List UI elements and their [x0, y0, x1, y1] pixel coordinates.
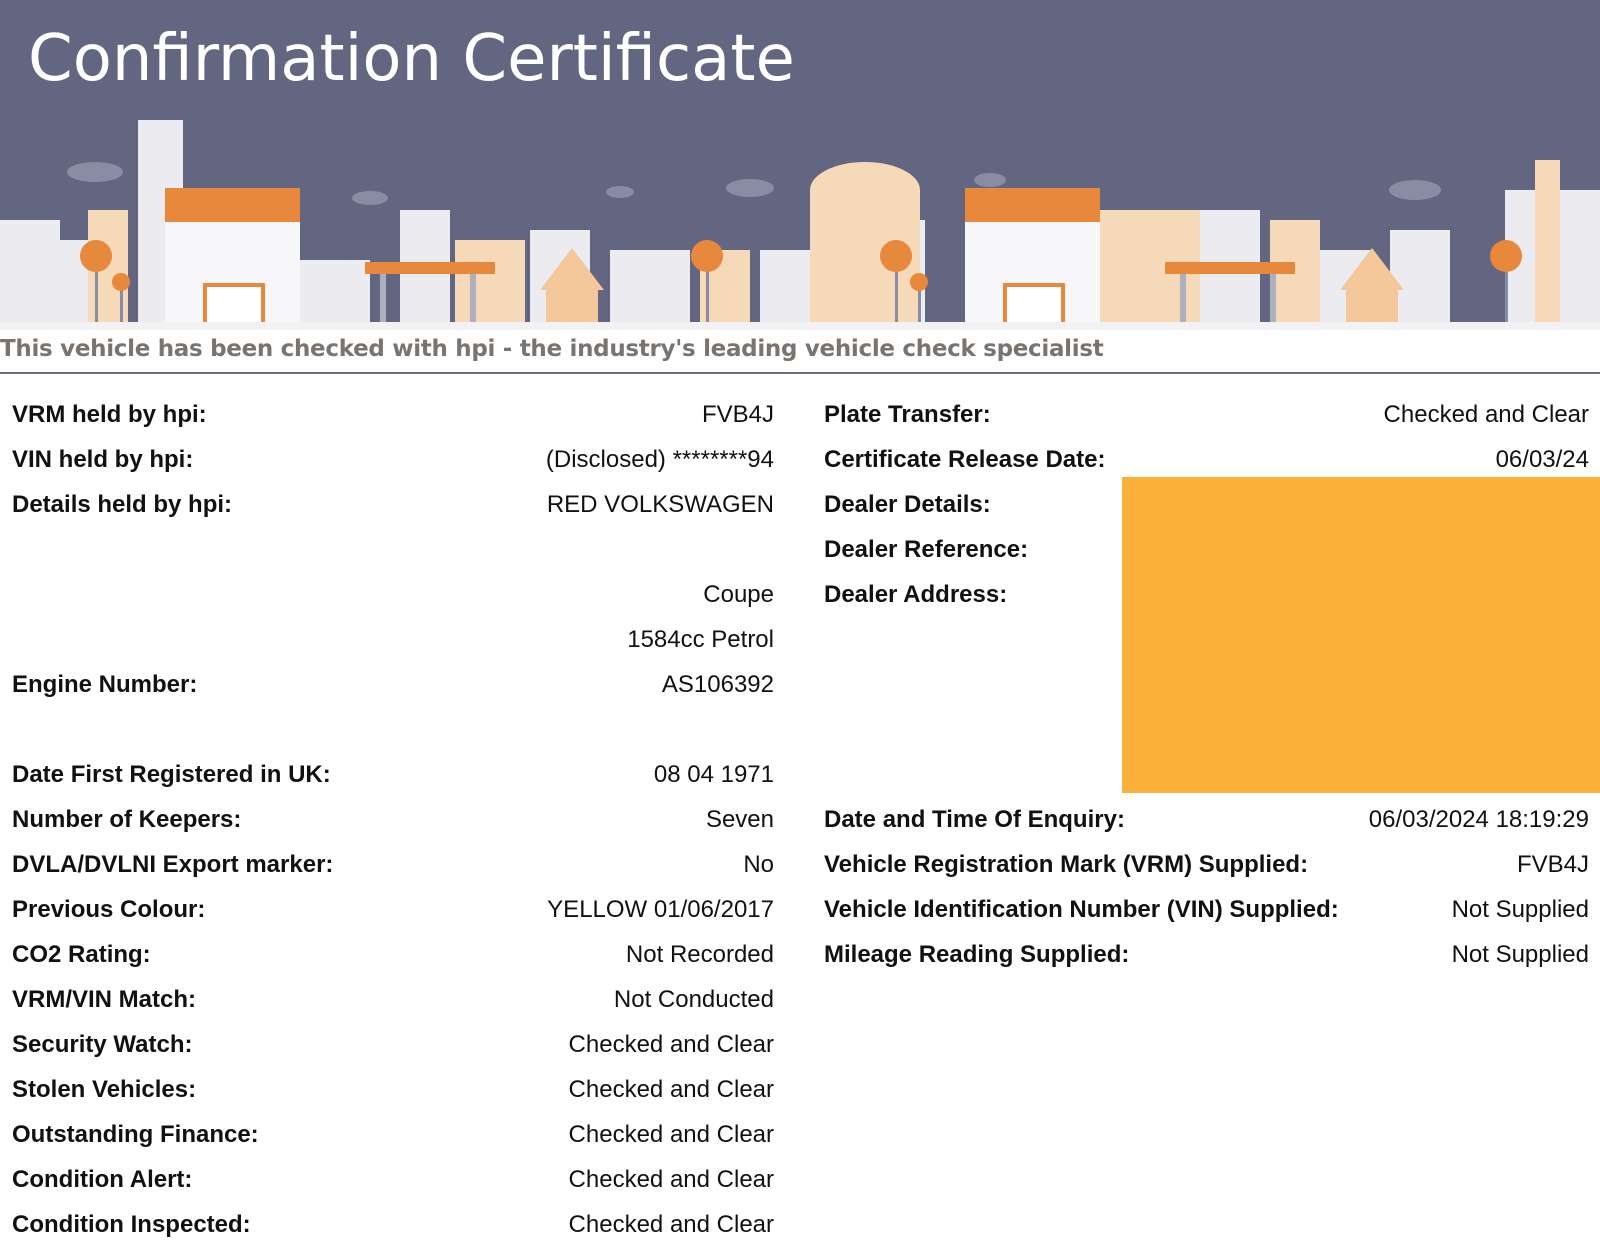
field-row: VIN held by hpi: (Disclosed) ********94 [12, 440, 774, 480]
field-row: VRM/VIN Match: Not Conducted [12, 980, 774, 1020]
field-label: Dealer Details: [824, 491, 991, 518]
field-label: Vehicle Identification Number (VIN) Supp… [824, 896, 1339, 923]
field-value: Checked and Clear [568, 1211, 774, 1238]
field-value: Not Supplied [1451, 896, 1589, 923]
field-value: (Disclosed) ********94 [545, 446, 774, 473]
field-label: Dealer Reference: [824, 536, 1029, 563]
field-label: Security Watch: [12, 1031, 193, 1058]
field-value: Not Supplied [1451, 941, 1589, 968]
field-value: Not Conducted [613, 986, 774, 1013]
field-label: Condition Alert: [12, 1166, 193, 1193]
field-value: Checked and Clear [568, 1076, 774, 1103]
field-row: Certificate Release Date: 06/03/24 [824, 440, 1589, 480]
field-value: YELLOW 01/06/2017 [547, 896, 774, 923]
field-label: Details held by hpi: [12, 491, 233, 518]
field-row: Stolen Vehicles: Checked and Clear [12, 1070, 774, 1110]
field-row: Condition Inspected: Checked and Clear [12, 1205, 774, 1245]
field-value: RED VOLKSWAGEN [546, 491, 774, 518]
field-label: Dealer Address: [824, 581, 1008, 608]
field-value: Seven [705, 806, 774, 833]
header-divider [0, 372, 1600, 374]
field-value: 06/03/2024 18:19:29 [1368, 806, 1589, 833]
tagline: This vehicle has been checked with hpi -… [0, 336, 1104, 362]
field-label: Date First Registered in UK: [12, 761, 331, 788]
field-value: Checked and Clear [1383, 401, 1589, 428]
field-row: Outstanding Finance: Checked and Clear [12, 1115, 774, 1155]
field-label: Stolen Vehicles: [12, 1076, 197, 1103]
field-row: Date and Time Of Enquiry: 06/03/2024 18:… [824, 800, 1589, 840]
redacted-dealer-info-block [1122, 477, 1600, 793]
field-row: Condition Alert: Checked and Clear [12, 1160, 774, 1200]
field-label: Number of Keepers: [12, 806, 242, 833]
field-row: Engine Number: AS106392 [12, 665, 774, 705]
field-label: Plate Transfer: [824, 401, 991, 428]
field-label: VRM held by hpi: [12, 401, 207, 428]
field-row: 1584cc Petrol [12, 620, 774, 660]
field-row: Number of Keepers: Seven [12, 800, 774, 840]
field-label: Date and Time Of Enquiry: [824, 806, 1125, 833]
field-label: Outstanding Finance: [12, 1121, 259, 1148]
field-label: Certificate Release Date: [824, 446, 1106, 473]
field-row: Security Watch: Checked and Clear [12, 1025, 774, 1065]
field-label: VIN held by hpi: [12, 446, 194, 473]
field-label: Engine Number: [12, 671, 198, 698]
field-value: Coupe [703, 581, 774, 608]
field-value: 08 04 1971 [653, 761, 774, 788]
field-value: 06/03/24 [1495, 446, 1589, 473]
field-row: CO2 Rating: Not Recorded [12, 935, 774, 975]
field-value: FVB4J [701, 401, 774, 428]
field-label: Vehicle Registration Mark (VRM) Supplied… [824, 851, 1309, 878]
field-row: Date First Registered in UK: 08 04 1971 [12, 755, 774, 795]
field-label: DVLA/DVLNI Export marker: [12, 851, 334, 878]
field-value: AS106392 [661, 671, 774, 698]
field-row: Vehicle Identification Number (VIN) Supp… [824, 890, 1589, 930]
field-label: Previous Colour: [12, 896, 206, 923]
field-row: Details held by hpi: RED VOLKSWAGEN [12, 485, 774, 525]
field-value: 1584cc Petrol [627, 626, 774, 653]
field-value: Checked and Clear [568, 1031, 774, 1058]
field-row: Mileage Reading Supplied: Not Supplied [824, 935, 1589, 975]
field-label: Condition Inspected: [12, 1211, 251, 1238]
field-value: FVB4J [1516, 851, 1589, 878]
city-skyline-illustration [0, 120, 1600, 330]
certificate-header: Confirmation Certificate [0, 0, 1600, 330]
field-row: Vehicle Registration Mark (VRM) Supplied… [824, 845, 1589, 885]
field-value: Checked and Clear [568, 1121, 774, 1148]
field-row: DVLA/DVLNI Export marker: No [12, 845, 774, 885]
field-row: Previous Colour: YELLOW 01/06/2017 [12, 890, 774, 930]
field-row: Plate Transfer: Checked and Clear [824, 395, 1589, 435]
field-value: No [743, 851, 774, 878]
field-value: Checked and Clear [568, 1166, 774, 1193]
field-label: Mileage Reading Supplied: [824, 941, 1130, 968]
field-label: CO2 Rating: [12, 941, 151, 968]
field-row: VRM held by hpi: FVB4J [12, 395, 774, 435]
field-value: Not Recorded [625, 941, 774, 968]
page-title: Confirmation Certificate [28, 22, 795, 96]
field-label: VRM/VIN Match: [12, 986, 197, 1013]
field-row: Coupe [12, 575, 774, 615]
